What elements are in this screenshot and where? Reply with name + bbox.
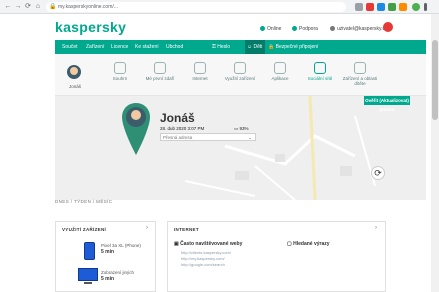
menu-icon[interactable] [424, 3, 427, 11]
tab-store[interactable]: Ubchod [166, 44, 183, 50]
tool-internet-label: Internet [192, 76, 208, 81]
tool-location-label: Zařízení a oblasti dítěte [342, 76, 378, 86]
summary-icon [114, 62, 126, 74]
location-pin-icon[interactable] [121, 103, 151, 155]
location-map[interactable] [55, 96, 426, 200]
url-item[interactable]: http://google.com/search [181, 262, 225, 267]
kaspersky-logo[interactable]: kaspersky [55, 19, 126, 35]
internet-card-title: INTERNET [174, 227, 199, 232]
url-item[interactable]: http://clients.kaspersky.com/ [181, 250, 231, 255]
tab-children-label: Děti [253, 44, 263, 50]
extension-icon[interactable] [388, 3, 396, 11]
url-text: my.kasperskyonline.com/... [58, 4, 118, 10]
address-select[interactable]: Přesná adresa ⌄ [160, 133, 256, 141]
address-select-value: Přesná adresa [163, 135, 193, 140]
extension-icon[interactable] [366, 3, 374, 11]
account-menu[interactable]: uzivatel@kaspersky.cz [330, 26, 388, 32]
tab-passwords[interactable]: ⚿ Heslo [212, 44, 230, 50]
child-avatar[interactable] [67, 65, 81, 79]
home-icon[interactable]: ⌂ [33, 2, 43, 12]
online-dot-icon [260, 26, 265, 32]
chevron-right-icon[interactable]: › [375, 225, 377, 231]
account-label: uzivatel@kaspersky.cz [337, 26, 388, 32]
often-visited-label: Často navštěvované weby [180, 241, 243, 247]
tab-downloads[interactable]: Ke stažení [135, 44, 159, 50]
monitor-icon [78, 268, 98, 281]
tab-passwords-label: Heslo [217, 44, 230, 50]
clock-icon [234, 62, 246, 74]
tab-children[interactable]: ☺ Děti [247, 44, 262, 50]
device-usage-title: VYUŽITÍ ZAŘÍZENÍ [62, 227, 107, 232]
avatar-face-icon [70, 67, 78, 75]
device-time: 5 min [101, 249, 115, 255]
tab-licenses[interactable]: Licence [111, 44, 128, 50]
device-item: Zobrazení jiných 5 min [101, 270, 134, 282]
status-online-label: Online [267, 26, 282, 32]
tool-usage-label: Využití zařízení [224, 76, 256, 81]
extension-icon[interactable] [399, 3, 407, 11]
tool-social-label: Sociální sítě [307, 76, 333, 81]
calendar-icon [154, 62, 166, 74]
tool-apps-label: Aplikace [271, 76, 289, 81]
monitor-stand-icon [84, 282, 92, 284]
forward-icon[interactable]: → [13, 2, 23, 12]
tool-location[interactable]: Zařízení a oblasti dítěte [337, 62, 383, 86]
user-icon [330, 26, 335, 32]
device-item: Pixel 3a XL (Phone) 5 min [101, 243, 141, 255]
support-label: Podpora [299, 26, 318, 32]
chevron-down-icon: ⌄ [248, 135, 252, 140]
tab-summary[interactable]: Součet [62, 44, 78, 50]
social-icon [314, 62, 326, 74]
back-icon[interactable]: ← [3, 2, 13, 12]
child-name: Jonáš [160, 111, 195, 125]
apps-icon [274, 62, 286, 74]
search-terms-heading: ▢ Hledané výrazy [287, 241, 330, 247]
scrollbar-thumb[interactable] [432, 40, 438, 120]
avatar-name: Jonáš [68, 84, 81, 89]
update-location-button[interactable]: Ověřit (Aktualizovat) polohu [364, 96, 410, 112]
lock-icon: 🔒 [49, 4, 57, 10]
status-online: Online [260, 26, 281, 32]
often-visited-heading: ▣ Často navštěvované weby [174, 241, 243, 247]
phone-icon [84, 242, 95, 260]
device-name: Zobrazení jiných [101, 270, 135, 275]
address-bar[interactable]: 🔒 my.kasperskyonline.com/... [46, 2, 346, 12]
extension-icon[interactable] [355, 3, 363, 11]
tab-secure-connection[interactable]: 🔒 Bezpečné připojení [268, 44, 318, 50]
location-icon [354, 62, 366, 74]
search-terms-label: Hledané výrazy [293, 241, 330, 247]
profile-icon[interactable] [412, 3, 420, 11]
device-name: Pixel 3a XL (Phone) [101, 243, 141, 248]
period-switcher[interactable]: DNES / TÝDEN / MĚSÍC [55, 199, 112, 204]
battery-value: 93% [239, 126, 249, 131]
tool-first-label: Mé první zdaří [145, 76, 175, 81]
support-link[interactable]: Podpora [292, 26, 318, 32]
notification-icon[interactable] [383, 22, 393, 32]
url-item[interactable]: http://my.kaspersky.com/ [181, 256, 225, 261]
tab-devices[interactable]: Zařízení [86, 44, 104, 50]
chevron-right-icon[interactable]: › [146, 225, 148, 231]
tool-summary-label: Souhrn [112, 76, 128, 81]
globe-icon [194, 62, 206, 74]
map-streets [184, 96, 376, 200]
tab-secure-label: Bezpečné připojení [275, 44, 319, 50]
device-time: 5 min [101, 276, 115, 282]
refresh-map-icon[interactable]: ⟳ [371, 166, 385, 180]
extension-icon[interactable] [377, 3, 385, 11]
reload-icon[interactable]: ⟳ [23, 2, 33, 12]
battery-level: ▭ 93% [234, 126, 249, 131]
support-icon [292, 26, 297, 32]
